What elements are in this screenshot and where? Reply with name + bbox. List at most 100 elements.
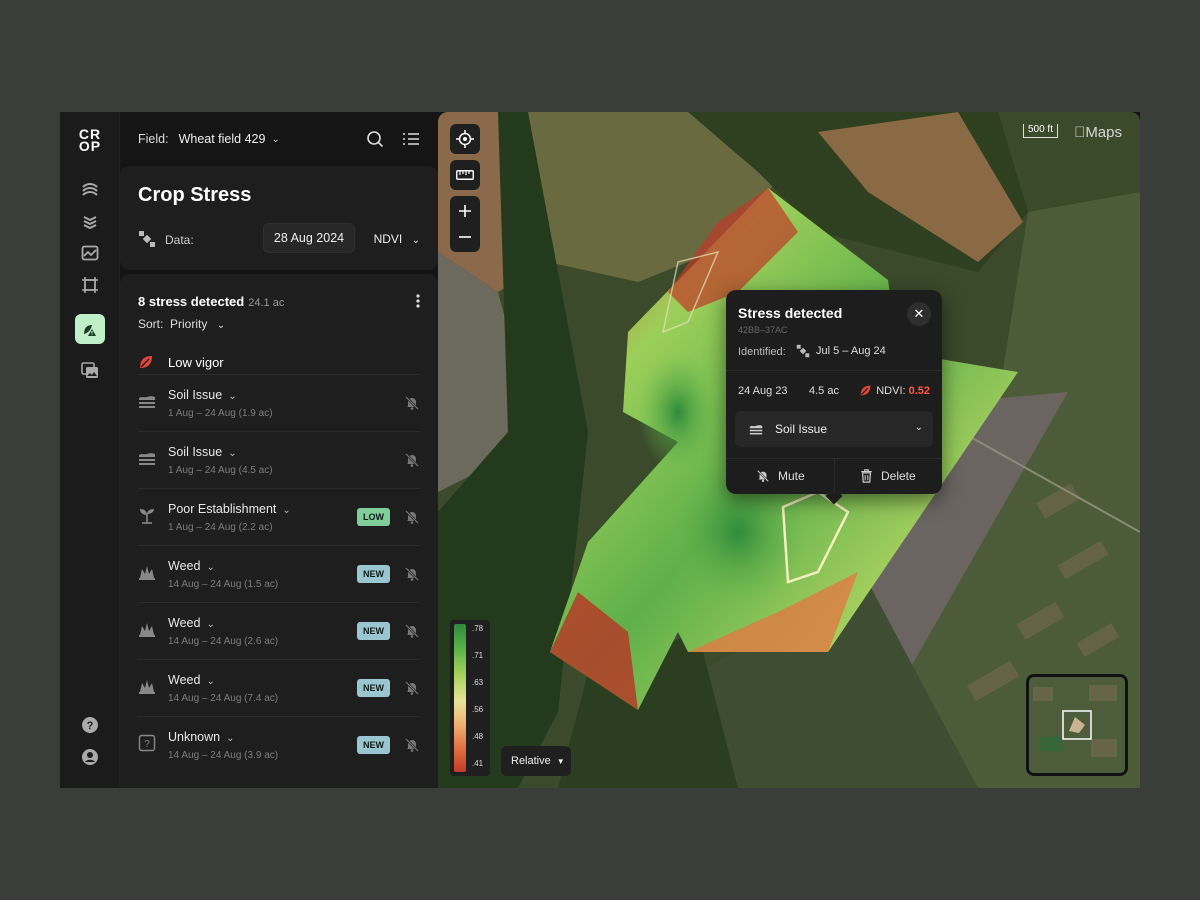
app-logo[interactable]: CR OP xyxy=(75,127,105,153)
trash-icon xyxy=(861,469,872,483)
mute-bell-icon[interactable] xyxy=(404,623,420,639)
stress-count: 8 stress detected 24.1 ac xyxy=(138,294,285,309)
minimap-image xyxy=(1029,677,1125,773)
zoom-in-icon[interactable] xyxy=(458,204,472,218)
chevron-down-icon: ⌄ xyxy=(228,391,237,402)
weed-icon xyxy=(139,680,155,694)
profile-icon[interactable] xyxy=(75,742,105,772)
legend-tick: .48 xyxy=(472,732,484,741)
mute-button[interactable]: Mute xyxy=(756,458,805,494)
mute-bell-icon[interactable] xyxy=(404,680,420,696)
date-picker[interactable]: 28 Aug 2024 xyxy=(263,223,355,253)
status-badge: NEW xyxy=(357,565,390,583)
soil-icon xyxy=(139,453,155,465)
identified-label: Identified: xyxy=(738,346,786,358)
side-panel: Field: Wheat field 429 ⌄ Crop Stress Dat… xyxy=(120,112,438,788)
satellite-icon xyxy=(139,231,155,247)
maps-attribution: Maps xyxy=(1074,124,1122,141)
data-label: Data: xyxy=(165,233,194,247)
chevron-down-icon: ⌄ xyxy=(282,505,291,516)
stress-type-dropdown[interactable]: Soil Issue ⌄ xyxy=(735,411,933,447)
chevron-down-icon: ⌄ xyxy=(411,235,420,246)
chevron-down-icon: ⌄ xyxy=(216,320,226,331)
nav-rail: CR OP ? xyxy=(60,112,120,788)
mute-bell-icon xyxy=(757,470,769,482)
leaf-icon xyxy=(860,385,871,396)
chevron-down-icon: ⌄ xyxy=(228,448,237,459)
close-button[interactable]: ✕ xyxy=(907,302,931,326)
crops-icon[interactable] xyxy=(75,206,105,236)
legend-tick: .63 xyxy=(472,678,484,687)
imagery-icon[interactable] xyxy=(75,356,105,386)
status-badge: NEW xyxy=(357,622,390,640)
weed-icon xyxy=(139,566,155,580)
index-selector[interactable]: NDVI ⌄ xyxy=(374,232,420,246)
svg-text:?: ? xyxy=(87,720,94,732)
chevron-down-icon: ⌄ xyxy=(206,562,215,573)
help-icon[interactable]: ? xyxy=(75,710,105,740)
sprout-icon xyxy=(140,509,154,524)
map-view[interactable]: 500 ft Maps .78 .71 .63 .56 .48 .41 Rel… xyxy=(438,112,1140,788)
stress-list: 8 stress detected 24.1 ac Sort: Priority … xyxy=(120,274,438,788)
legend-gradient xyxy=(454,624,466,772)
leaf-icon xyxy=(140,356,152,368)
delete-button[interactable]: Delete xyxy=(860,458,916,494)
soil-icon xyxy=(749,425,763,435)
satellite-icon xyxy=(796,344,810,358)
unknown-icon: ? xyxy=(138,734,156,752)
chevron-down-icon[interactable]: ⌄ xyxy=(271,134,279,145)
list-item-low-vigor[interactable]: Low vigor xyxy=(138,352,224,372)
popup-title: Stress detected xyxy=(738,305,843,321)
crop-stress-icon[interactable] xyxy=(75,314,105,344)
legend-tick: .41 xyxy=(472,759,484,768)
mute-bell-icon[interactable] xyxy=(404,452,420,468)
chevron-down-icon: ⌄ xyxy=(206,619,215,630)
apple-icon:  xyxy=(1074,124,1085,141)
legend-tick: .56 xyxy=(472,705,484,714)
list-item[interactable]: Soil Issue ⌄ 1 Aug – 24 Aug (4.5 ac) xyxy=(138,431,420,488)
mute-bell-icon[interactable] xyxy=(404,395,420,411)
list-item[interactable]: Soil Issue ⌄ 1 Aug – 24 Aug (1.9 ac) xyxy=(138,374,420,431)
list-item[interactable]: ? Unknown ⌄ 14 Aug – 24 Aug (3.9 ac) NEW xyxy=(138,716,420,773)
crosshair-icon xyxy=(456,130,474,148)
list-item[interactable]: Weed ⌄ 14 Aug – 24 Aug (2.6 ac) NEW xyxy=(138,602,420,659)
list-item[interactable]: Weed ⌄ 14 Aug – 24 Aug (1.5 ac) NEW xyxy=(138,545,420,602)
field-selector[interactable]: Field: Wheat field 429 ⌄ xyxy=(120,112,438,166)
more-options-icon[interactable] xyxy=(416,294,420,308)
measure-button[interactable] xyxy=(450,160,480,190)
mute-bell-icon[interactable] xyxy=(404,737,420,753)
fields-icon[interactable] xyxy=(75,174,105,204)
app-window: CR OP ? Field: Wheat field 429 ⌄ Crop St… xyxy=(60,112,1140,788)
map-scale: 500 ft xyxy=(1022,124,1058,138)
zoom-controls xyxy=(450,196,480,252)
boundary-icon[interactable] xyxy=(75,270,105,300)
status-badge: NEW xyxy=(357,736,390,754)
field-value[interactable]: Wheat field 429 xyxy=(179,132,266,146)
status-badge: LOW xyxy=(357,508,390,526)
mute-bell-icon[interactable] xyxy=(404,509,420,525)
search-icon[interactable] xyxy=(366,130,384,148)
zoom-out-icon[interactable] xyxy=(458,230,472,244)
legend-mode-selector[interactable]: Relative ▼ xyxy=(501,746,571,776)
caret-down-icon: ▼ xyxy=(556,756,565,766)
chevron-down-icon: ⌄ xyxy=(206,676,215,687)
page-title: Crop Stress xyxy=(138,184,252,206)
analytics-icon[interactable] xyxy=(75,238,105,268)
list-item[interactable]: Poor Establishment ⌄ 1 Aug – 24 Aug (2.2 … xyxy=(138,488,420,545)
status-badge: NEW xyxy=(357,679,390,697)
popup-date: 24 Aug 23 xyxy=(738,385,788,397)
locate-button[interactable] xyxy=(450,124,480,154)
ruler-icon xyxy=(456,170,474,180)
minimap[interactable] xyxy=(1026,674,1128,776)
mute-bell-icon[interactable] xyxy=(404,566,420,582)
sort-selector[interactable]: Sort: Priority ⌄ xyxy=(138,317,225,331)
close-icon: ✕ xyxy=(913,306,925,321)
list-icon[interactable] xyxy=(402,130,420,148)
popup-ndvi: NDVI: 0.52 xyxy=(859,384,930,397)
list-item[interactable]: Weed ⌄ 14 Aug – 24 Aug (7.4 ac) NEW xyxy=(138,659,420,716)
stress-popup: Stress detected 42BB–37AC ✕ Identified: … xyxy=(726,290,942,505)
ndvi-legend: .78 .71 .63 .56 .48 .41 xyxy=(450,620,490,776)
soil-icon xyxy=(139,396,155,408)
weed-icon xyxy=(139,623,155,637)
field-label: Field: xyxy=(138,132,169,146)
